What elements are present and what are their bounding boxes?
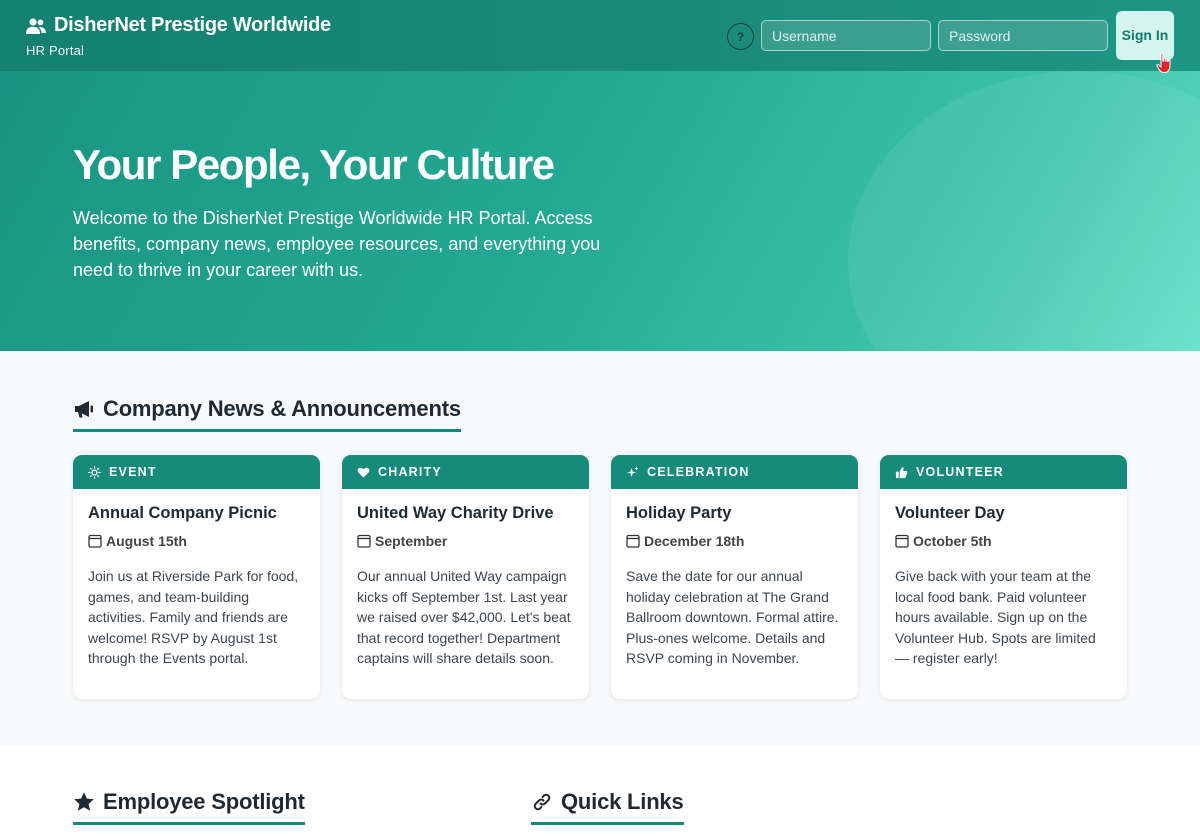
card-title: Volunteer Day bbox=[895, 504, 1005, 522]
calendar-icon bbox=[357, 534, 371, 548]
megaphone-icon bbox=[75, 401, 93, 418]
calendar-icon bbox=[895, 534, 909, 548]
card-tag-label: EVENT bbox=[109, 465, 157, 479]
sun-icon bbox=[88, 465, 101, 479]
card-date: August 15th bbox=[88, 533, 305, 549]
quick-links-section-title: Quick Links bbox=[561, 789, 684, 814]
password-input[interactable] bbox=[938, 20, 1108, 51]
card-date: September bbox=[357, 533, 574, 549]
news-section-heading: Company News & Announcements bbox=[73, 396, 461, 432]
brand: DisherNet Prestige Worldwide HR Portal bbox=[26, 14, 331, 58]
users-icon bbox=[26, 17, 46, 34]
card-body: Give back with your team at the local fo… bbox=[895, 568, 1096, 666]
thumbs-up-icon bbox=[895, 466, 908, 478]
card-tag: EVENT bbox=[73, 455, 320, 489]
hero-decoration bbox=[848, 71, 1200, 351]
star-icon bbox=[74, 792, 94, 811]
card-date-text: September bbox=[375, 533, 448, 549]
link-icon bbox=[533, 793, 551, 811]
card-body: Save the date for our annual holiday cel… bbox=[626, 568, 839, 666]
card-title: United Way Charity Drive bbox=[357, 504, 554, 522]
top-header: DisherNet Prestige Worldwide HR Portal ?… bbox=[0, 0, 1200, 71]
news-card-celebration[interactable]: CELEBRATION Holiday Party December 18th … bbox=[611, 455, 858, 699]
news-card-charity[interactable]: CHARITY United Way Charity Drive Septemb… bbox=[342, 455, 589, 699]
brand-name: DisherNet Prestige Worldwide bbox=[54, 14, 331, 36]
card-tag: VOLUNTEER bbox=[880, 455, 1127, 489]
spotlight-section-heading: Employee Spotlight bbox=[73, 789, 305, 825]
card-tag: CHARITY bbox=[342, 455, 589, 489]
calendar-icon bbox=[88, 534, 102, 548]
card-title: Annual Company Picnic bbox=[88, 504, 277, 522]
hero-description: Welcome to the DisherNet Prestige Worldw… bbox=[73, 208, 601, 280]
card-tag-label: VOLUNTEER bbox=[916, 465, 1004, 479]
sparkle-icon bbox=[626, 466, 639, 477]
heart-icon bbox=[357, 467, 370, 478]
card-tag-label: CELEBRATION bbox=[647, 465, 750, 479]
hand-cursor-icon bbox=[1156, 52, 1171, 73]
spotlight-section-title: Employee Spotlight bbox=[103, 789, 305, 814]
news-card-event[interactable]: EVENT Annual Company Picnic August 15th … bbox=[73, 455, 320, 699]
card-title: Holiday Party bbox=[626, 504, 732, 522]
help-button[interactable]: ? bbox=[727, 23, 754, 50]
card-tag-label: CHARITY bbox=[378, 465, 442, 479]
card-tag: CELEBRATION bbox=[611, 455, 858, 489]
card-date-text: August 15th bbox=[106, 533, 187, 549]
card-date: October 5th bbox=[895, 533, 1112, 549]
card-body: Join us at Riverside Park for food, game… bbox=[88, 568, 299, 666]
hero-banner: Your People, Your Culture Welcome to the… bbox=[0, 71, 1200, 351]
card-date-text: December 18th bbox=[644, 533, 745, 549]
card-body: Our annual United Way campaign kicks off… bbox=[357, 568, 571, 666]
username-input[interactable] bbox=[761, 20, 931, 51]
quick-links-section-heading: Quick Links bbox=[531, 789, 684, 825]
calendar-icon bbox=[626, 534, 640, 548]
card-date-text: October 5th bbox=[913, 533, 992, 549]
card-date: December 18th bbox=[626, 533, 843, 549]
news-section-title: Company News & Announcements bbox=[103, 396, 461, 421]
news-card-volunteer[interactable]: VOLUNTEER Volunteer Day October 5th Give… bbox=[880, 455, 1127, 699]
brand-subtitle: HR Portal bbox=[26, 43, 85, 58]
hero-title: Your People, Your Culture bbox=[73, 141, 555, 188]
